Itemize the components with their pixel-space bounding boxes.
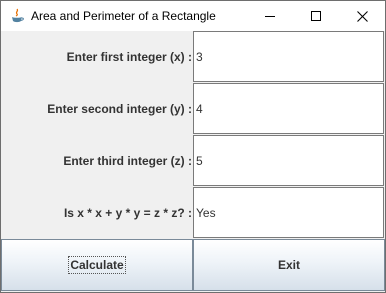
row-third-integer: Enter third integer (z) : <box>1 135 385 187</box>
result-field: Yes <box>193 187 384 238</box>
title-bar[interactable]: Area and Perimeter of a Rectangle <box>1 1 385 31</box>
window-title: Area and Perimeter of a Rectangle <box>31 9 216 23</box>
java-icon <box>9 8 25 24</box>
minimize-icon[interactable] <box>247 1 293 31</box>
form-panel: Enter first integer (x) : Enter second i… <box>1 31 385 292</box>
third-integer-input[interactable] <box>193 135 384 186</box>
row-second-integer: Enter second integer (y) : <box>1 83 385 135</box>
result-label: Is x * x + y * y = z * z? : <box>63 206 192 220</box>
app-window: Area and Perimeter of a Rectangle Enter … <box>0 0 386 293</box>
third-integer-label: Enter third integer (z) : <box>63 154 192 168</box>
exit-button-label: Exit <box>277 258 300 272</box>
calculate-button-label: Calculate <box>68 256 126 274</box>
maximize-icon[interactable] <box>293 1 339 31</box>
second-integer-label: Enter second integer (y) : <box>47 102 192 116</box>
second-integer-input[interactable] <box>193 83 384 134</box>
first-integer-label: Enter first integer (x) : <box>66 50 192 64</box>
exit-button[interactable]: Exit <box>193 239 385 291</box>
row-first-integer: Enter first integer (x) : <box>1 31 385 83</box>
row-result: Is x * x + y * y = z * z? : Yes <box>1 187 385 239</box>
close-icon[interactable] <box>339 1 385 31</box>
calculate-button[interactable]: Calculate <box>1 239 193 291</box>
first-integer-input[interactable] <box>193 31 384 82</box>
